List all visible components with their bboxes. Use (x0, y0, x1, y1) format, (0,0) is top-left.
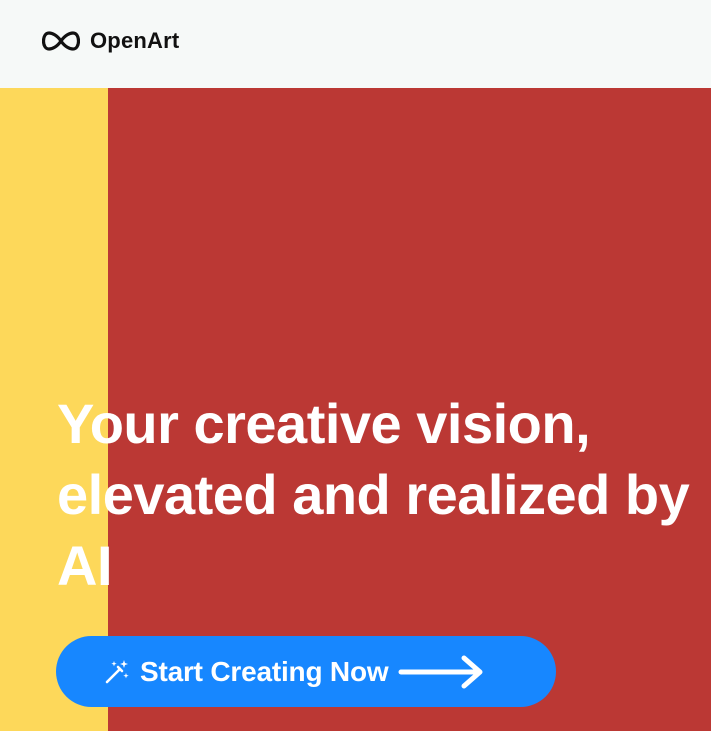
start-creating-label: Start Creating Now (140, 655, 389, 687)
infinity-icon (42, 30, 80, 52)
arrow-right-icon (398, 654, 484, 690)
brand-logo[interactable]: OpenArt (42, 28, 179, 54)
start-creating-button[interactable]: Start Creating Now (56, 636, 556, 707)
magic-wand-icon (102, 657, 132, 687)
hero-section: Your creative vision, elevated and reali… (0, 88, 711, 731)
page: OpenArt Your creative vision, elevated a… (0, 0, 711, 731)
site-header: OpenArt (0, 0, 711, 88)
brand-name: OpenArt (90, 28, 180, 53)
hero-headline: Your creative vision, elevated and reali… (57, 392, 690, 597)
